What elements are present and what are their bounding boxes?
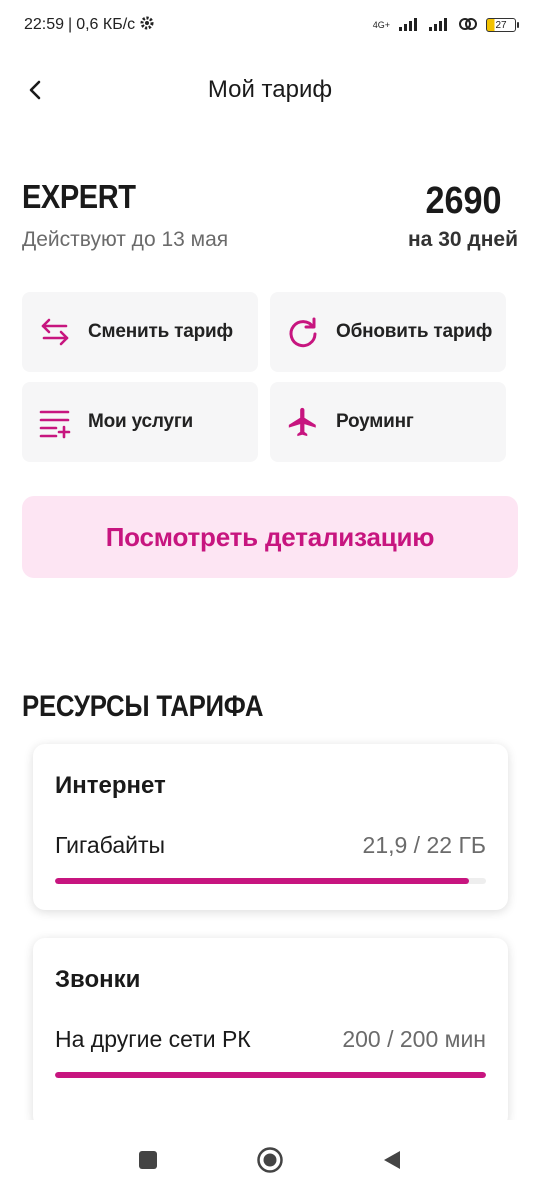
status-speed: 0,6 КБ/с (76, 16, 136, 33)
tariff-name: EXPERT (22, 178, 136, 215)
internet-label: Гигабайты (55, 832, 166, 858)
calls-progress-fill (55, 1072, 486, 1078)
change-tariff-button[interactable]: Сменить тариф (22, 292, 258, 372)
calls-row: На другие сети РК 200 / 200 мин (55, 1026, 486, 1053)
calls-title: Звонки (55, 966, 141, 993)
view-details-button[interactable]: Посмотреть детализацию (22, 496, 518, 578)
status-bar: 22:59 | 0,6 КБ/с 4G+ 27 (0, 0, 540, 50)
status-right: 4G+ 27 (372, 17, 519, 33)
calls-card: Звонки На другие сети РК 200 / 200 мин (33, 938, 508, 1128)
triangle-back-icon (384, 1151, 400, 1169)
calls-label: На другие сети РК (55, 1026, 251, 1052)
refresh-icon (286, 315, 320, 349)
battery-level: 27 (495, 19, 507, 31)
signal-icon (398, 17, 420, 33)
resources-title: РЕСУРСЫ ТАРИФА (22, 690, 264, 723)
refresh-tariff-label: Обновить тариф (336, 321, 493, 342)
my-services-label: Мои услуги (88, 411, 194, 432)
home-button[interactable] (252, 1142, 288, 1178)
status-left: 22:59 | 0,6 КБ/с (24, 15, 155, 36)
battery-icon: 27 (486, 18, 519, 32)
status-time: 22:59 (24, 16, 65, 33)
link-icon (458, 17, 478, 33)
square-icon (139, 1151, 157, 1169)
calls-progress-track (55, 1072, 486, 1078)
refresh-tariff-button[interactable]: Обновить тариф (270, 292, 506, 372)
network-type: 4G+ (372, 20, 390, 30)
home-circle-icon (257, 1147, 283, 1173)
header: Мой тариф (0, 62, 540, 118)
internet-title: Интернет (55, 772, 166, 799)
internet-card: Интернет Гигабайты 21,9 / 22 ГБ (33, 744, 508, 910)
swap-arrows-icon (38, 315, 72, 349)
internet-progress-fill (55, 878, 469, 884)
list-add-icon (38, 405, 72, 439)
page-title: Мой тариф (207, 76, 333, 103)
system-nav-bar (0, 1120, 540, 1200)
gear-icon (139, 15, 155, 36)
back-nav-button[interactable] (374, 1142, 410, 1178)
tariff-price: 2690 (425, 180, 502, 222)
roaming-button[interactable]: Роуминг (270, 382, 506, 462)
internet-row: Гигабайты 21,9 / 22 ГБ (55, 832, 486, 859)
status-separator: | (68, 16, 73, 33)
internet-progress-track (55, 878, 486, 884)
signal-icon-2 (428, 17, 450, 33)
change-tariff-label: Сменить тариф (88, 321, 233, 342)
internet-value: 21,9 / 22 ГБ (362, 832, 486, 858)
recents-button[interactable] (130, 1142, 166, 1178)
airplane-icon (286, 405, 320, 439)
roaming-label: Роуминг (336, 411, 414, 432)
screen: 22:59 | 0,6 КБ/с 4G+ 27 Мой тариф EXPERT… (0, 0, 540, 1200)
my-services-button[interactable]: Мои услуги (22, 382, 258, 462)
calls-value: 200 / 200 мин (342, 1026, 486, 1052)
tariff-period: на 30 дней (408, 228, 518, 251)
tariff-valid-until: Действуют до 13 мая (22, 228, 229, 251)
